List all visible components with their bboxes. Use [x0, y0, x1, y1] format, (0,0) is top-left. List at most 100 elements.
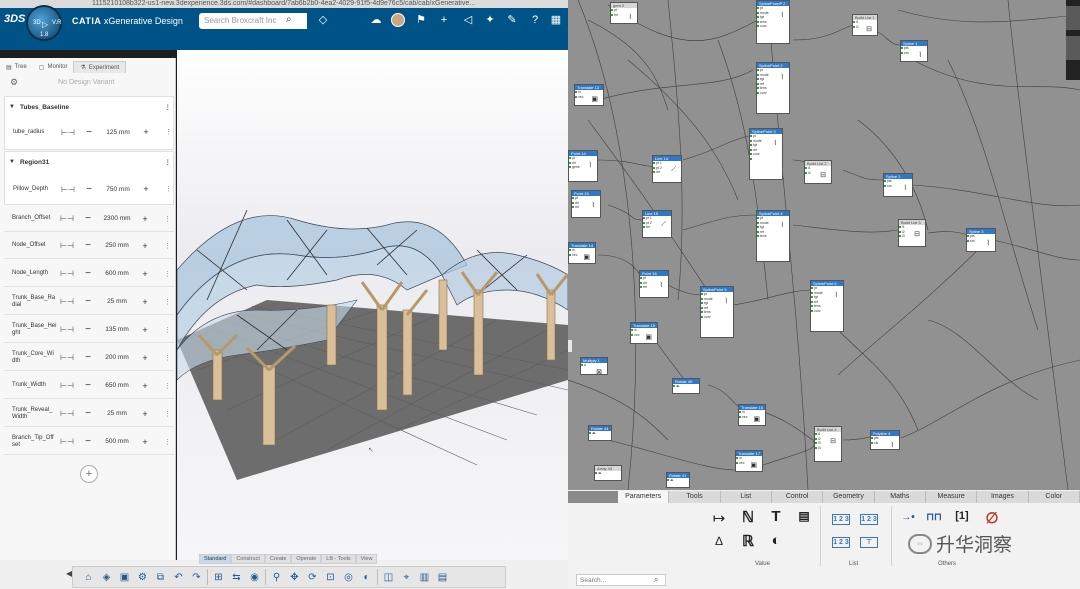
camera-icon[interactable]: ⌖	[399, 570, 414, 585]
graph-node[interactable]: SplinePoint 2 pt mode tgt ref tens curv ⌇	[756, 62, 790, 114]
more-options-icon[interactable]: ⋮	[165, 128, 172, 136]
compass-button[interactable]: 3D ▷ V.R 1.8	[26, 5, 62, 41]
flag-icon[interactable]: ⚑	[414, 14, 428, 26]
param-value[interactable]: 650 mm	[94, 382, 140, 389]
increment-button[interactable]: +	[140, 437, 150, 447]
more-options-icon[interactable]: ⋮	[164, 410, 171, 418]
group-header[interactable]: ▼ Tubes_Baseline ⋮	[5, 99, 175, 115]
browser-url-bar[interactable]: 1115210108b322-us1-new.3dexperience.3ds.…	[0, 0, 568, 8]
more-options-icon[interactable]: ⋮	[164, 354, 171, 362]
measure-icon[interactable]: ⊞	[211, 570, 226, 585]
xgen-graph-canvas[interactable]: gent 2 pt fnt ⌇ Translate 13 in vec ▣ Point 14…	[568, 0, 1080, 490]
collapse-triangle-icon[interactable]: ▼	[9, 159, 15, 165]
cube-icon[interactable]: ◈	[99, 570, 114, 585]
more-options-icon[interactable]: ⋮	[164, 438, 171, 446]
range-icon[interactable]: ⊢⊣	[60, 241, 74, 250]
redo-icon[interactable]: ↷	[189, 570, 204, 585]
save-icon[interactable]: ▣	[117, 570, 132, 585]
share-icon[interactable]: ⇆	[229, 570, 244, 585]
search-icon[interactable]: ⌕	[286, 14, 292, 25]
cloud-icon[interactable]: ☁	[369, 14, 383, 26]
decrement-button[interactable]: −	[82, 352, 94, 363]
tab-measure[interactable]: Measure	[926, 491, 978, 503]
tab-operate[interactable]: Operate	[291, 554, 322, 564]
increment-button[interactable]: +	[140, 381, 150, 391]
copy-icon[interactable]: ⧉	[153, 570, 168, 585]
splitter-handle[interactable]	[568, 340, 572, 352]
collaborate-icon[interactable]: ✦	[483, 14, 497, 26]
more-options-icon[interactable]: ⋮	[164, 242, 171, 250]
graph-node[interactable]: SplinePoint 3 pt mode tgt ref curv ⌇	[749, 128, 783, 180]
range-icon[interactable]: ⊢⊣	[61, 128, 75, 137]
param-value[interactable]: 25 mm	[94, 410, 140, 417]
input-tool-icon[interactable]: →•	[898, 512, 918, 523]
more-options-icon[interactable]: ⋮	[164, 382, 171, 390]
graph-node[interactable]: SplinePoint 6 pt mode tgt ref tens curv ⌇	[810, 280, 844, 332]
panel-tool-icon[interactable]: ▤	[794, 509, 814, 523]
undo-icon[interactable]: ↶	[171, 570, 186, 585]
increment-button[interactable]: +	[140, 297, 150, 307]
graph-node[interactable]: Build List 1 i1 i2 ⊟	[852, 14, 878, 36]
graph-node[interactable]: Polyline 4 pts cls ⌇	[870, 430, 900, 450]
angle-tool-icon[interactable]: ∆	[709, 534, 729, 548]
graph-node[interactable]: Point 14 pt dir gene ⌇	[568, 150, 598, 182]
graph-node[interactable]: Spline 3 pts sm ⌇	[966, 228, 996, 252]
avatar[interactable]	[391, 13, 405, 27]
variant-icon[interactable]: ⚙	[10, 77, 18, 88]
zoom-icon[interactable]: ⚲	[269, 570, 284, 585]
decrement-button[interactable]: −	[82, 296, 94, 307]
param-value[interactable]: 200 mm	[94, 354, 140, 361]
graph-node[interactable]: Rotate 40 ◂▸	[672, 378, 700, 394]
integer-tool-icon[interactable]: ℕ	[738, 508, 758, 526]
graph-node[interactable]: gent 2 pt fnt ⌇	[610, 2, 638, 24]
toolbox-search-input[interactable]: Search...	[576, 574, 666, 586]
more-options-icon[interactable]: ⋮	[164, 270, 171, 278]
graph-node[interactable]: Build List 2 i1 i2 ⊟	[804, 160, 832, 184]
broadcast-icon[interactable]: ◉	[247, 570, 262, 585]
tab-lb-tools[interactable]: LB - Tools	[321, 554, 356, 564]
fit-icon[interactable]: ⊡	[323, 570, 338, 585]
tab-list[interactable]: List	[721, 491, 772, 503]
more-options-icon[interactable]: ⋮	[164, 215, 171, 223]
param-value[interactable]: 600 mm	[94, 270, 140, 277]
help-icon[interactable]: ?	[528, 14, 542, 26]
index-tool-icon[interactable]: [1]	[952, 510, 972, 522]
tab-geometry[interactable]: Geometry	[823, 491, 875, 503]
param-value[interactable]: 125 mm	[95, 129, 141, 136]
tab-create[interactable]: Create	[264, 554, 292, 564]
graph-node[interactable]: Build List 4 i1 i2 i3 i4 ⊟	[814, 426, 842, 462]
increment-button[interactable]: +	[140, 353, 150, 363]
more-options-icon[interactable]: ⋮	[165, 158, 172, 166]
increment-button[interactable]: +	[140, 241, 150, 251]
group-header[interactable]: ▼ Region31 ⋮	[5, 154, 175, 170]
tab-standard[interactable]: Standard	[199, 554, 232, 564]
tab-construct[interactable]: Construct	[231, 554, 265, 564]
compose-icon[interactable]: ✎	[505, 14, 519, 26]
tab-parameters[interactable]: Parameters	[618, 491, 670, 503]
range-icon[interactable]: ⊢⊣	[60, 269, 74, 278]
graph-node[interactable]: Translate 16 in vec ▣	[738, 404, 766, 426]
more-options-icon[interactable]: ⋮	[164, 298, 171, 306]
range-icon[interactable]: ⊢⊣	[60, 437, 74, 446]
tab-view[interactable]: View	[355, 554, 378, 564]
param-value[interactable]: 2300 mm	[94, 215, 140, 222]
more-options-icon[interactable]: ⋮	[165, 185, 172, 193]
collapse-triangle-icon[interactable]: ▼	[9, 104, 15, 110]
range-icon[interactable]: ⊢⊣	[60, 214, 74, 223]
slider-tool-icon[interactable]: ↦	[709, 509, 729, 527]
range-icon[interactable]: ⊢⊣	[60, 325, 74, 334]
layer-icon[interactable]: ▤	[435, 570, 450, 585]
increment-button[interactable]: +	[141, 184, 151, 194]
table-tool-icon[interactable]: ⊤	[860, 537, 878, 548]
range-icon[interactable]: ⊢⊣	[60, 353, 74, 362]
real-tool-icon[interactable]: ℝ	[738, 532, 758, 550]
more-options-icon[interactable]: ⋮	[165, 103, 172, 111]
range-icon[interactable]: ⊢⊣	[60, 381, 74, 390]
graph-node[interactable]: Line 15 pt 1 pt 2 dir ⟋	[642, 210, 672, 238]
grid-icon[interactable]: ▦	[549, 14, 563, 26]
rotate-icon[interactable]: ⟳	[305, 570, 320, 585]
pan-icon[interactable]: ✥	[287, 570, 302, 585]
increment-button[interactable]: +	[141, 127, 151, 137]
3ds-logo[interactable]: 3DS	[4, 13, 25, 25]
text-tool-icon[interactable]: T	[766, 508, 786, 525]
